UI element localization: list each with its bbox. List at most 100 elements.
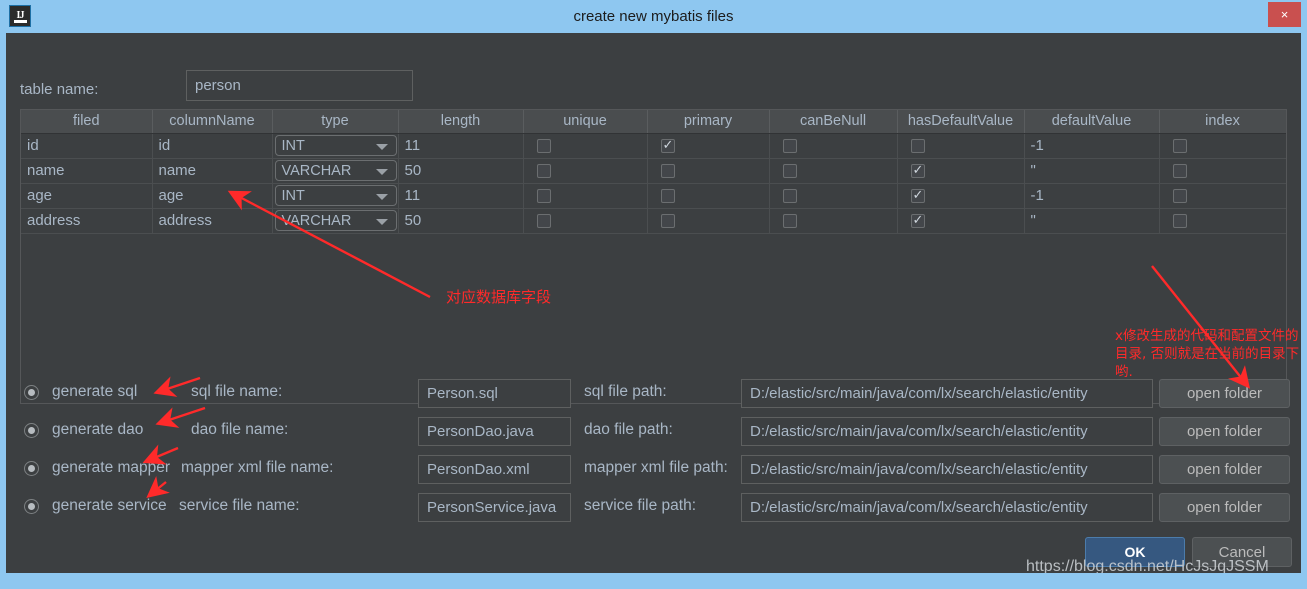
checkbox-canBeNull[interactable] (783, 139, 797, 153)
cell-filed[interactable]: name (21, 158, 152, 183)
file-name-input-3[interactable]: PersonService.java (418, 493, 571, 522)
cell-defaultValue[interactable]: -1 (1024, 183, 1159, 208)
file-path-input-2[interactable]: D:/elastic/src/main/java/com/lx/search/e… (741, 455, 1153, 484)
cell-type: VARCHAR (272, 158, 398, 183)
table-row[interactable]: ageageINT11-1 (21, 183, 1286, 208)
open-folder-button-2[interactable]: open folder (1159, 455, 1290, 484)
table-body: ididINT11-1namenameVARCHAR50"ageageINT11… (21, 133, 1286, 404)
cell-type: INT (272, 183, 398, 208)
type-dropdown[interactable]: VARCHAR (275, 160, 397, 181)
column-header-type[interactable]: type (272, 110, 398, 133)
checkbox-primary[interactable] (661, 164, 675, 178)
table-row[interactable]: addressaddressVARCHAR50" (21, 208, 1286, 233)
file-name-label-1: dao file name: (191, 421, 288, 439)
column-header-canBeNull[interactable]: canBeNull (769, 110, 897, 133)
file-name-label-2: mapper xml file name: (181, 459, 333, 477)
cell-length[interactable]: 50 (398, 158, 523, 183)
checkbox-primary[interactable] (661, 139, 675, 153)
cell-columnName[interactable]: id (152, 133, 272, 158)
radio-label-3: generate service (52, 497, 167, 515)
file-name-input-1[interactable]: PersonDao.java (418, 417, 571, 446)
cell-primary (647, 183, 769, 208)
checkbox-unique[interactable] (537, 189, 551, 203)
radio-generate-mapper[interactable] (24, 461, 39, 476)
cell-unique (523, 208, 647, 233)
cell-type: INT (272, 133, 398, 158)
file-name-input-0[interactable]: Person.sql (418, 379, 571, 408)
columns-table: filedcolumnNametypelengthuniqueprimaryca… (21, 110, 1287, 404)
cell-canBeNull (769, 158, 897, 183)
cell-index (1159, 183, 1286, 208)
checkbox-canBeNull[interactable] (783, 164, 797, 178)
window-bottom-edge (0, 573, 1307, 589)
checkbox-canBeNull[interactable] (783, 189, 797, 203)
window-title: create new mybatis files (0, 0, 1307, 33)
cell-columnName[interactable]: name (152, 158, 272, 183)
cell-filed[interactable]: id (21, 133, 152, 158)
open-folder-button-0[interactable]: open folder (1159, 379, 1290, 408)
file-path-input-0[interactable]: D:/elastic/src/main/java/com/lx/search/e… (741, 379, 1153, 408)
checkbox-hasDefaultValue[interactable] (911, 214, 925, 228)
cell-primary (647, 133, 769, 158)
checkbox-index[interactable] (1173, 214, 1187, 228)
generate-row-3: generate service service file name: Person… (6, 490, 1301, 528)
cell-filed[interactable]: age (21, 183, 152, 208)
column-header-length[interactable]: length (398, 110, 523, 133)
checkbox-primary[interactable] (661, 214, 675, 228)
checkbox-unique[interactable] (537, 139, 551, 153)
cell-length[interactable]: 11 (398, 183, 523, 208)
radio-generate-dao[interactable] (24, 423, 39, 438)
checkbox-hasDefaultValue[interactable] (911, 164, 925, 178)
cell-length[interactable]: 50 (398, 208, 523, 233)
checkbox-canBeNull[interactable] (783, 214, 797, 228)
generate-row-0: generate sqlsql file name:Person.sqlsql … (6, 376, 1301, 414)
checkbox-hasDefaultValue[interactable] (911, 139, 925, 153)
cell-columnName[interactable]: address (152, 208, 272, 233)
file-name-input-2[interactable]: PersonDao.xml (418, 455, 571, 484)
radio-label-2: generate mapper (52, 459, 170, 477)
checkbox-unique[interactable] (537, 164, 551, 178)
column-header-columnName[interactable]: columnName (152, 110, 272, 133)
close-icon[interactable]: × (1268, 2, 1301, 27)
checkbox-index[interactable] (1173, 139, 1187, 153)
table-name-input[interactable]: person (186, 70, 413, 101)
type-dropdown[interactable]: INT (275, 185, 397, 206)
cell-filed[interactable]: address (21, 208, 152, 233)
title-bar: IJ create new mybatis files × (0, 0, 1307, 33)
checkbox-hasDefaultValue[interactable] (911, 189, 925, 203)
checkbox-index[interactable] (1173, 189, 1187, 203)
columns-grid-panel: filedcolumnNametypelengthuniqueprimaryca… (20, 109, 1287, 404)
cell-length[interactable]: 11 (398, 133, 523, 158)
dialog-window: IJ create new mybatis files × table name… (0, 0, 1307, 589)
column-header-defaultValue[interactable]: defaultValue (1024, 110, 1159, 133)
column-header-primary[interactable]: primary (647, 110, 769, 133)
column-header-filed[interactable]: filed (21, 110, 152, 133)
table-row[interactable]: ididINT11-1 (21, 133, 1286, 158)
cell-defaultValue[interactable]: " (1024, 208, 1159, 233)
cell-primary (647, 158, 769, 183)
file-path-input-1[interactable]: D:/elastic/src/main/java/com/lx/search/e… (741, 417, 1153, 446)
column-header-hasDefaultValue[interactable]: hasDefaultValue (897, 110, 1024, 133)
file-path-input-3[interactable]: D:/elastic/src/main/java/com/lx/search/e… (741, 493, 1153, 522)
checkbox-primary[interactable] (661, 189, 675, 203)
cell-unique (523, 158, 647, 183)
file-name-label-3: service file name: (179, 497, 300, 515)
open-folder-button-1[interactable]: open folder (1159, 417, 1290, 446)
type-dropdown[interactable]: INT (275, 135, 397, 156)
checkbox-unique[interactable] (537, 214, 551, 228)
cell-columnName[interactable]: age (152, 183, 272, 208)
column-header-unique[interactable]: unique (523, 110, 647, 133)
type-dropdown[interactable]: VARCHAR (275, 210, 397, 231)
cell-defaultValue[interactable]: " (1024, 158, 1159, 183)
cell-unique (523, 183, 647, 208)
cell-unique (523, 133, 647, 158)
radio-generate-service[interactable] (24, 499, 39, 514)
table-row[interactable]: namenameVARCHAR50" (21, 158, 1286, 183)
checkbox-index[interactable] (1173, 164, 1187, 178)
file-path-label-0: sql file path: (584, 383, 667, 401)
open-folder-button-3[interactable]: open folder (1159, 493, 1290, 522)
radio-generate-sql[interactable] (24, 385, 39, 400)
cell-defaultValue[interactable]: -1 (1024, 133, 1159, 158)
file-name-label-0: sql file name: (191, 383, 282, 401)
column-header-index[interactable]: index (1159, 110, 1286, 133)
